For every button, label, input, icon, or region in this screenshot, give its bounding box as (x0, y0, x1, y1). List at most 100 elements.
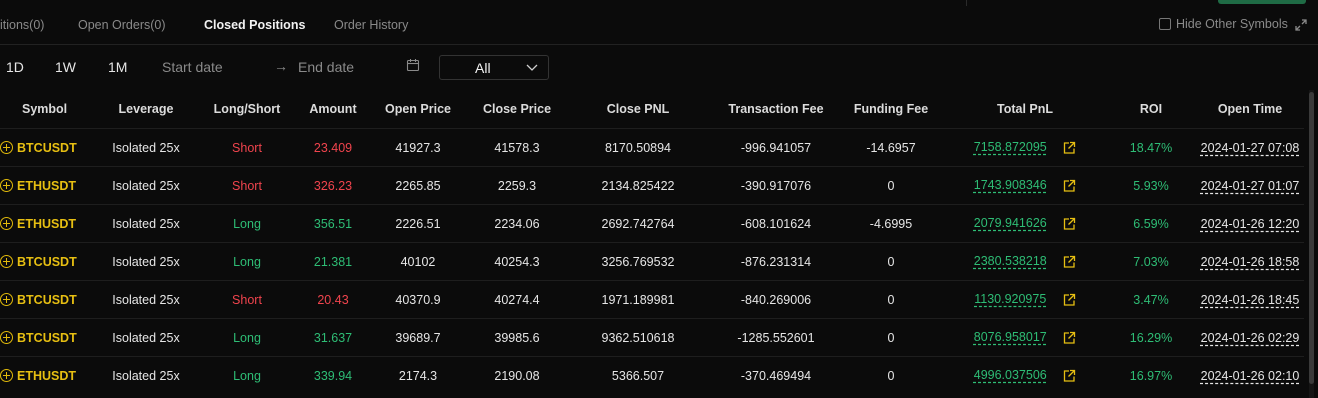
tab-order-history[interactable]: Order History (334, 18, 408, 32)
symbol-text: ETHUSDT (17, 216, 77, 231)
period-1w-button[interactable]: 1W (55, 59, 76, 75)
share-icon[interactable] (1062, 141, 1076, 155)
period-1d-button[interactable]: 1D (6, 59, 24, 75)
share-icon[interactable] (1062, 293, 1076, 307)
col-total-pnl: Total PnL (996, 102, 1053, 116)
plus-circle-icon[interactable] (0, 141, 13, 154)
total-pnl-value[interactable]: 7158.872095 (974, 140, 1047, 154)
cell-amount: 326.23 (302, 166, 364, 205)
cell-total-pnl: 4996.037506 (944, 356, 1106, 394)
scrollbar-thumb[interactable] (1309, 92, 1314, 384)
cell-symbol[interactable]: BTCUSDT (0, 318, 100, 357)
table-row: ETHUSDT Isolated 25x Long 356.51 2226.51… (0, 204, 1304, 243)
table-row: BTCUSDT Isolated 25x Long 31.637 39689.7… (0, 318, 1304, 357)
cell-amount: 21.381 (302, 242, 364, 281)
share-icon[interactable] (1062, 331, 1076, 345)
period-1m-button[interactable]: 1M (108, 59, 127, 75)
end-date-input[interactable]: End date (298, 59, 354, 75)
col-close-price: Close Price (482, 102, 552, 116)
plus-circle-icon[interactable] (0, 331, 13, 344)
cell-leverage: Isolated 25x (100, 242, 192, 281)
cell-symbol[interactable]: ETHUSDT (0, 356, 100, 394)
chevron-down-icon (526, 64, 538, 71)
cell-side: Short (192, 128, 302, 167)
tab-open-orders[interactable]: Open Orders(0) (78, 18, 166, 32)
cell-total-pnl: 1130.920975 (944, 280, 1106, 319)
plus-circle-icon[interactable] (0, 255, 13, 268)
cell-funding-fee: 0 (838, 356, 944, 394)
col-symbol: Symbol (22, 102, 68, 116)
hide-other-symbols-checkbox[interactable] (1159, 18, 1171, 30)
share-icon[interactable] (1062, 179, 1076, 193)
expand-icon[interactable] (1294, 18, 1308, 32)
cell-roi: 16.29% (1106, 318, 1196, 357)
cell-close-price: 40254.3 (472, 242, 562, 281)
cell-funding-fee: -14.6957 (838, 128, 944, 167)
share-icon[interactable] (1062, 255, 1076, 269)
cell-side: Long (192, 242, 302, 281)
cell-symbol[interactable]: ETHUSDT (0, 166, 100, 205)
cell-leverage: Isolated 25x (100, 128, 192, 167)
cell-open-time: 2024-01-27 07:08 (1196, 128, 1304, 167)
open-time-value[interactable]: 2024-01-26 02:10 (1201, 369, 1300, 383)
cell-transaction-fee: -370.469494 (714, 356, 838, 394)
total-pnl-value[interactable]: 1130.920975 (974, 292, 1046, 306)
start-date-input[interactable]: Start date (162, 59, 223, 75)
symbol-text: ETHUSDT (17, 178, 77, 193)
share-icon[interactable] (1062, 369, 1076, 383)
cell-open-time: 2024-01-26 12:20 (1196, 204, 1304, 243)
col-leverage: Leverage (118, 102, 174, 116)
total-pnl-value[interactable]: 1743.908346 (974, 178, 1047, 192)
total-pnl-value[interactable]: 2079.941626 (974, 216, 1047, 230)
hide-other-symbols-toggle[interactable]: Hide Other Symbols (1159, 17, 1288, 31)
cell-open-price: 40102 (364, 242, 472, 281)
cell-funding-fee: 0 (838, 318, 944, 357)
cell-roi: 6.59% (1106, 204, 1196, 243)
open-time-value[interactable]: 2024-01-26 02:29 (1201, 331, 1300, 345)
cell-leverage: Isolated 25x (100, 318, 192, 357)
cell-roi: 18.47% (1106, 128, 1196, 167)
cell-amount: 356.51 (302, 204, 364, 243)
cell-close-price: 41578.3 (472, 128, 562, 167)
calendar-icon[interactable] (406, 58, 420, 72)
symbol-filter-select[interactable]: All (439, 55, 549, 80)
plus-circle-icon[interactable] (0, 293, 13, 306)
closed-positions-table: Symbol Leverage Long/Short Amount Open P… (0, 90, 1304, 394)
cell-total-pnl: 8076.958017 (944, 318, 1106, 357)
cell-close-pnl: 5366.507 (562, 356, 714, 394)
cell-close-pnl: 8170.50894 (562, 128, 714, 167)
total-pnl-value[interactable]: 8076.958017 (974, 330, 1047, 344)
col-close-pnl: Close PNL (606, 102, 670, 116)
open-time-value[interactable]: 2024-01-27 01:07 (1201, 179, 1300, 193)
cell-close-pnl: 2134.825422 (562, 166, 714, 205)
open-time-value[interactable]: 2024-01-26 18:45 (1201, 293, 1300, 307)
cell-open-time: 2024-01-27 01:07 (1196, 166, 1304, 205)
cell-close-price: 2190.08 (472, 356, 562, 394)
table-row: ETHUSDT Isolated 25x Long 339.94 2174.3 … (0, 356, 1304, 394)
plus-circle-icon[interactable] (0, 369, 13, 382)
open-time-value[interactable]: 2024-01-27 07:08 (1201, 141, 1300, 155)
plus-circle-icon[interactable] (0, 217, 13, 230)
cell-side: Long (192, 356, 302, 394)
cell-symbol[interactable]: ETHUSDT (0, 204, 100, 243)
total-pnl-value[interactable]: 4996.037506 (974, 368, 1047, 382)
cell-symbol[interactable]: BTCUSDT (0, 128, 100, 167)
tab-positions[interactable]: itions(0) (0, 18, 44, 32)
tab-closed-positions[interactable]: Closed Positions (204, 18, 305, 32)
cell-funding-fee: -4.6995 (838, 204, 944, 243)
plus-circle-icon[interactable] (0, 179, 13, 192)
cell-leverage: Isolated 25x (100, 280, 192, 319)
cell-symbol[interactable]: BTCUSDT (0, 280, 100, 319)
cell-total-pnl: 2079.941626 (944, 204, 1106, 243)
open-time-value[interactable]: 2024-01-26 18:58 (1201, 255, 1300, 269)
cell-side: Long (192, 204, 302, 243)
accent-button-edge[interactable] (1218, 0, 1306, 4)
cell-close-pnl: 9362.510618 (562, 318, 714, 357)
open-time-value[interactable]: 2024-01-26 12:20 (1201, 217, 1300, 231)
total-pnl-value[interactable]: 2380.538218 (974, 254, 1047, 268)
cell-symbol[interactable]: BTCUSDT (0, 242, 100, 281)
filter-bar: 1D 1W 1M Start date → End date All (0, 44, 1318, 90)
share-icon[interactable] (1062, 217, 1076, 231)
cell-open-price: 2174.3 (364, 356, 472, 394)
cell-open-price: 2226.51 (364, 204, 472, 243)
